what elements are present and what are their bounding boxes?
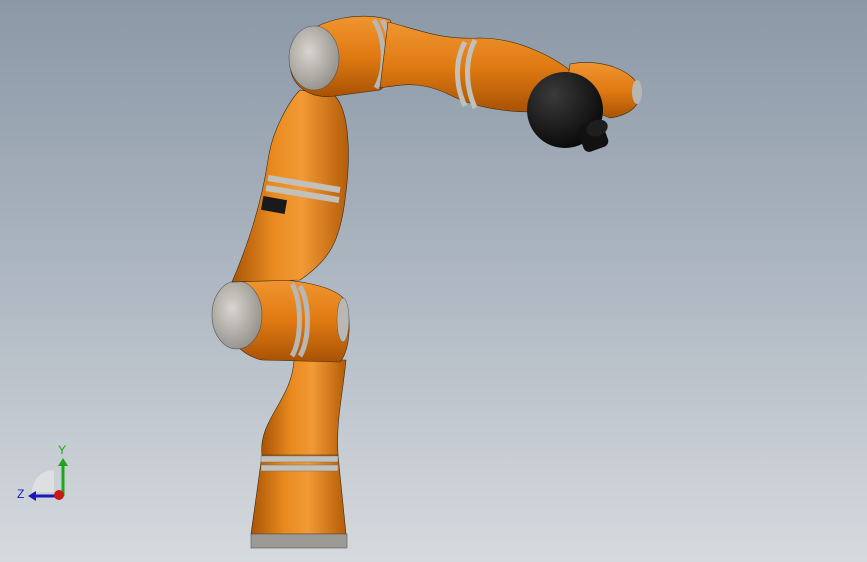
x-axis-arrow [54, 490, 64, 500]
robot-base [250, 454, 348, 549]
robot-lower-link [261, 359, 347, 456]
cad-3d-viewport[interactable]: Y Z [0, 0, 867, 562]
coordinate-triad: Y Z [17, 443, 68, 501]
robot-upper-arm [231, 89, 349, 283]
robot-arm-model[interactable] [0, 0, 867, 562]
y-axis-label: Y [58, 443, 66, 457]
z-axis-label: Z [17, 487, 24, 501]
robot-elbow-joint [211, 278, 350, 363]
